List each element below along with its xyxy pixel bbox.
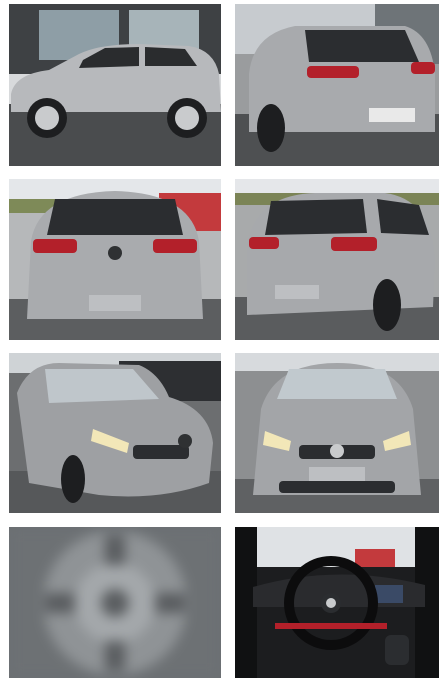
car-front-image xyxy=(235,353,439,513)
photo-front-left-view[interactable] xyxy=(9,353,221,513)
photo-interior-dashboard[interactable] xyxy=(235,527,439,678)
photo-rear-view[interactable] xyxy=(9,179,221,340)
car-rear-straight-image xyxy=(9,179,221,340)
photo-wheel-blurred[interactable] xyxy=(9,527,221,678)
dashboard-image xyxy=(235,527,439,678)
car-front-left-image xyxy=(9,353,221,513)
photo-front-view[interactable] xyxy=(235,353,439,513)
car-rear-image xyxy=(235,4,439,166)
photo-gallery xyxy=(0,0,440,680)
photo-rear-right-view[interactable] xyxy=(235,179,439,340)
photo-side-view[interactable] xyxy=(9,4,221,166)
wheel-blurred-image xyxy=(9,527,221,678)
car-rear-right-image xyxy=(235,179,439,340)
photo-rear-three-quarter[interactable] xyxy=(235,4,439,166)
car-side-image xyxy=(9,4,221,166)
